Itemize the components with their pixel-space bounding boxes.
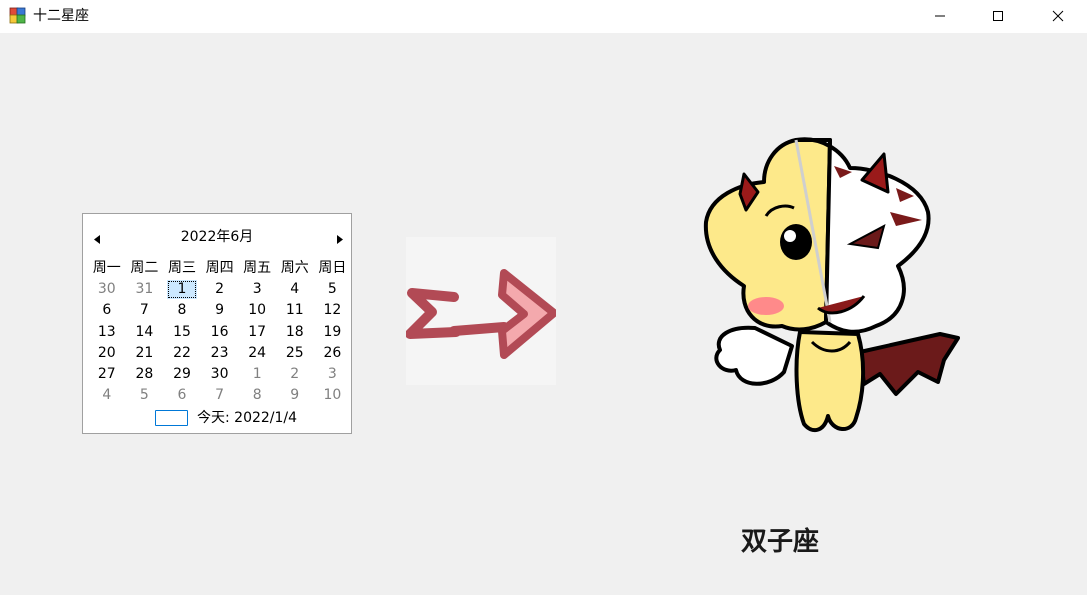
calendar-day[interactable]: 5 <box>314 280 352 301</box>
calendar-day[interactable]: 30 <box>201 365 239 386</box>
calendar-day[interactable]: 10 <box>314 386 352 407</box>
calendar-day[interactable]: 8 <box>238 386 276 407</box>
calendar-day[interactable]: 22 <box>163 344 201 365</box>
calendar-day[interactable]: 25 <box>276 344 314 365</box>
calendar-day[interactable]: 31 <box>126 280 164 301</box>
title-bar: 十二星座 <box>0 0 1087 33</box>
weekday-header: 周二 <box>130 260 159 276</box>
app-icon <box>9 7 26 24</box>
calendar-day[interactable]: 5 <box>126 386 164 407</box>
calendar-day[interactable]: 16 <box>201 323 239 344</box>
close-icon <box>1052 10 1064 21</box>
calendar-day[interactable]: 23 <box>201 344 239 365</box>
calendar-day[interactable]: 9 <box>276 386 314 407</box>
today-link[interactable]: 今天: 2022/1/4 <box>197 409 297 427</box>
calendar-day[interactable]: 3 <box>238 280 276 301</box>
calendar-day[interactable]: 29 <box>163 365 201 386</box>
calendar-day[interactable]: 2 <box>276 365 314 386</box>
calendar-day[interactable]: 10 <box>238 301 276 322</box>
calendar-day[interactable]: 17 <box>238 323 276 344</box>
maximize-button[interactable] <box>975 0 1021 31</box>
minimize-button[interactable] <box>917 0 963 31</box>
calendar-day[interactable]: 11 <box>276 301 314 322</box>
close-button[interactable] <box>1035 0 1081 31</box>
arrow-right-image <box>405 269 558 359</box>
calendar-day[interactable]: 9 <box>201 301 239 322</box>
month-calendar[interactable]: 2022年6月 周一 周二 周三 周四 周五 周六 周日 30 31 1 2 3 4 5 6 7 8 9 10 11… <box>82 213 352 434</box>
calendar-day[interactable]: 4 <box>88 386 126 407</box>
today-marker <box>155 410 188 426</box>
weekday-header: 周五 <box>243 260 272 276</box>
weekday-header: 周四 <box>205 260 234 276</box>
gemini-mascot-image <box>703 137 960 433</box>
calendar-day[interactable]: 12 <box>314 301 352 322</box>
weekday-header: 周日 <box>318 260 347 276</box>
calendar-day[interactable]: 26 <box>314 344 352 365</box>
weekday-header-row: 周一 周二 周三 周四 周五 周六 周日 <box>88 259 352 279</box>
calendar-day-selected[interactable]: 1 <box>167 280 197 300</box>
calendar-day[interactable]: 19 <box>314 323 352 344</box>
calendar-day[interactable]: 6 <box>163 386 201 407</box>
calendar-day[interactable]: 14 <box>126 323 164 344</box>
calendar-day[interactable]: 8 <box>163 301 201 322</box>
calendar-day[interactable]: 6 <box>88 301 126 322</box>
maximize-icon <box>993 10 1003 21</box>
calendar-day-grid: 30 31 1 2 3 4 5 6 7 8 9 10 11 12 13 14 15 16 17 18 19 20 21 22 2… <box>88 280 352 408</box>
calendar-day[interactable]: 18 <box>276 323 314 344</box>
weekday-header: 周一 <box>92 260 121 276</box>
triangle-right-icon <box>337 234 343 244</box>
calendar-day[interactable]: 30 <box>88 280 126 301</box>
calendar-day[interactable]: 24 <box>238 344 276 365</box>
calendar-month-label[interactable]: 2022年6月 <box>83 228 351 246</box>
calendar-day[interactable]: 2 <box>201 280 239 301</box>
calendar-day[interactable]: 3 <box>314 365 352 386</box>
calendar-day[interactable]: 28 <box>126 365 164 386</box>
calendar-day[interactable]: 20 <box>88 344 126 365</box>
arrow-picture <box>405 237 558 385</box>
calendar-day[interactable]: 7 <box>126 301 164 322</box>
calendar-day[interactable]: 7 <box>201 386 239 407</box>
calendar-day[interactable]: 15 <box>163 323 201 344</box>
window-title: 十二星座 <box>33 8 89 24</box>
next-month-button[interactable] <box>333 232 347 246</box>
minimize-icon <box>935 15 945 16</box>
weekday-header: 周三 <box>167 260 196 276</box>
calendar-day[interactable]: 27 <box>88 365 126 386</box>
zodiac-sign-label: 双子座 <box>740 527 819 557</box>
calendar-day[interactable]: 1 <box>238 365 276 386</box>
weekday-header: 周六 <box>280 260 309 276</box>
calendar-day[interactable]: 13 <box>88 323 126 344</box>
calendar-day[interactable]: 21 <box>126 344 164 365</box>
calendar-day[interactable]: 4 <box>276 280 314 301</box>
